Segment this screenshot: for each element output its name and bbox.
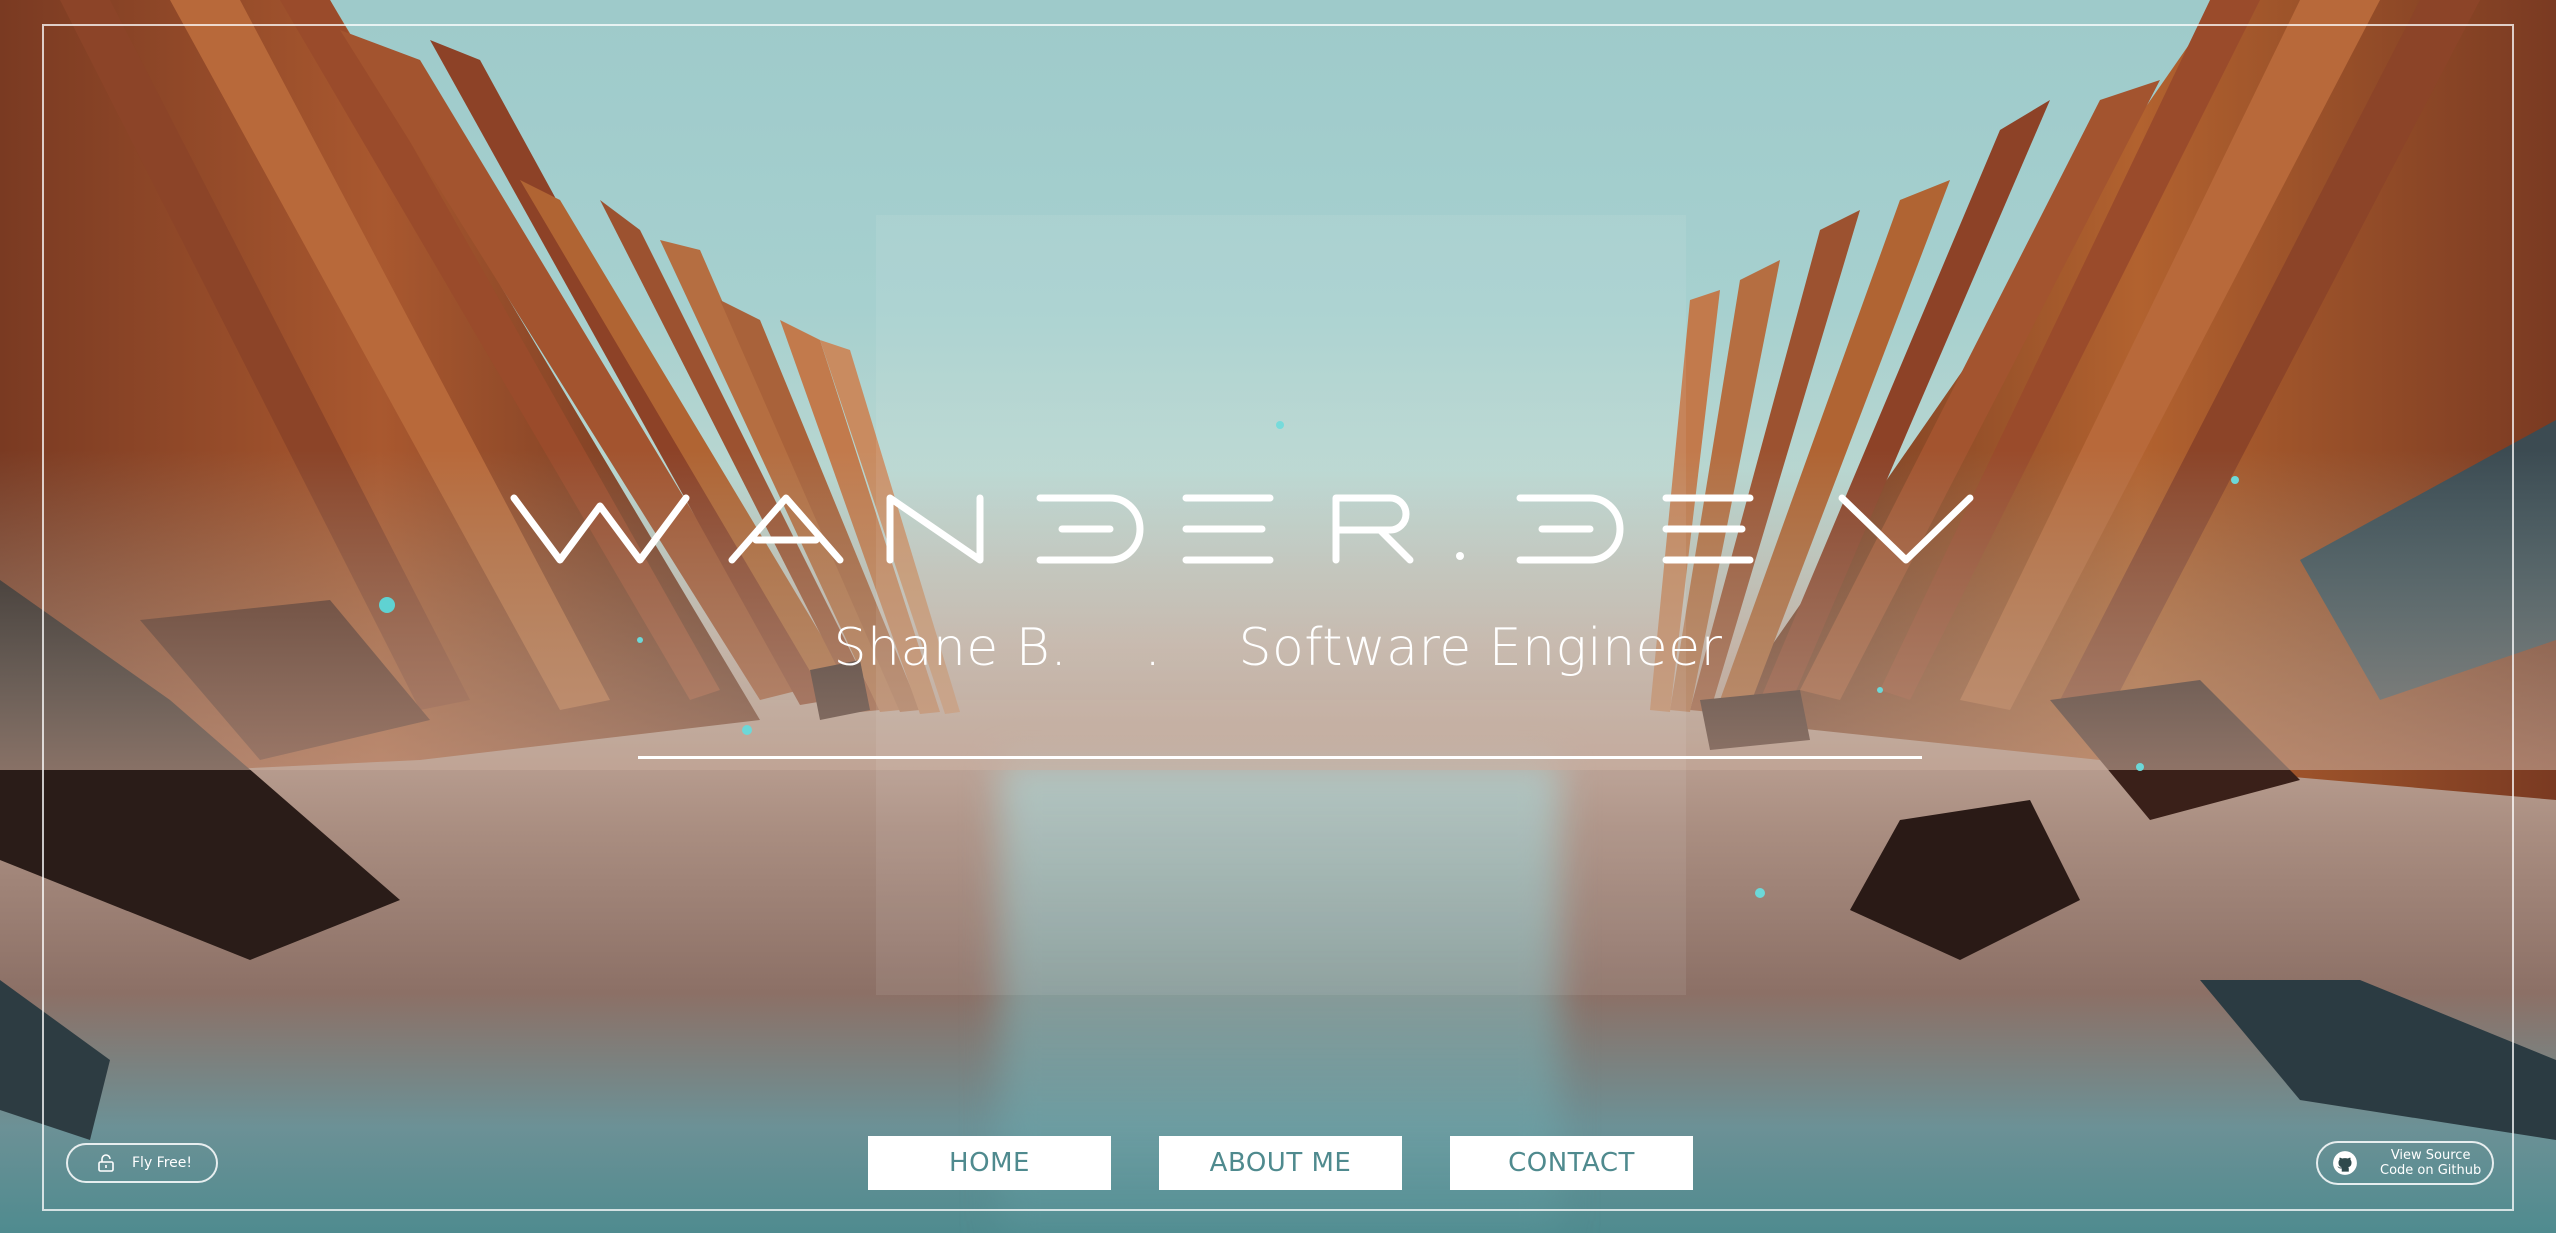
- github-label: View Source Code on Github: [2380, 1148, 2481, 1178]
- site-logo[interactable]: [510, 492, 2046, 566]
- tagline: Shane B. . Software Engineer: [0, 618, 2556, 678]
- tagline-separator: .: [1144, 618, 1162, 678]
- fly-free-label: Fly Free!: [132, 1155, 192, 1171]
- nav-home-button[interactable]: HOME: [868, 1136, 1111, 1190]
- nav-contact-button[interactable]: CONTACT: [1450, 1136, 1693, 1190]
- github-icon: [2332, 1150, 2358, 1176]
- header-divider: [638, 756, 1922, 759]
- main-nav: HOME ABOUT ME CONTACT: [868, 1136, 1693, 1190]
- github-label-line2: Code on Github: [2380, 1163, 2482, 1178]
- github-label-line1: View Source: [2390, 1148, 2471, 1163]
- author-role: Software Engineer: [1238, 618, 1723, 678]
- center-glass-panel: [876, 215, 1686, 995]
- author-name: Shane B.: [833, 618, 1068, 678]
- github-source-button[interactable]: View Source Code on Github: [2316, 1141, 2494, 1185]
- background-scene: [0, 0, 2556, 1233]
- fly-free-button[interactable]: Fly Free!: [66, 1143, 218, 1183]
- nav-about-button[interactable]: ABOUT ME: [1159, 1136, 1402, 1190]
- unlock-icon: [98, 1154, 114, 1172]
